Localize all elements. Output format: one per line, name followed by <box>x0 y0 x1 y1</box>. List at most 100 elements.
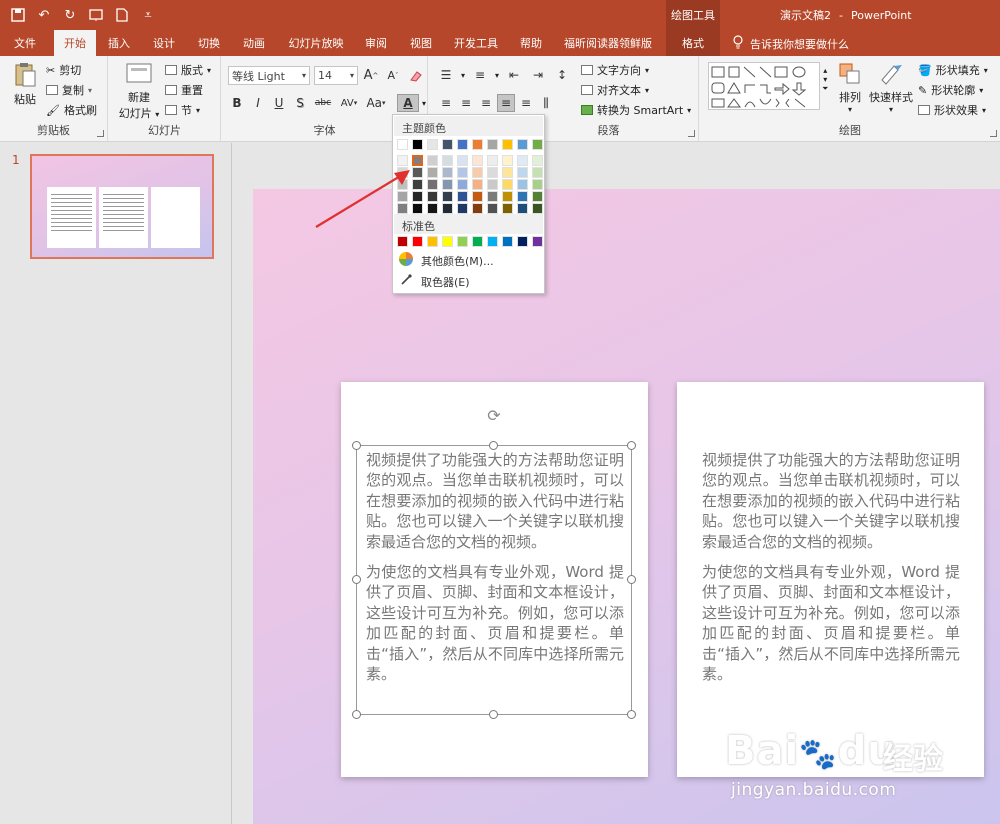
theme-color-swatch[interactable] <box>457 139 468 150</box>
clear-format-button[interactable] <box>406 67 424 85</box>
resize-handle-se[interactable] <box>627 710 636 719</box>
tab-view[interactable]: 视图 <box>402 30 440 56</box>
theme-shade-swatch[interactable] <box>442 191 453 202</box>
theme-color-swatch[interactable] <box>397 139 408 150</box>
theme-shade-swatch[interactable] <box>442 155 453 166</box>
theme-shade-swatch[interactable] <box>427 155 438 166</box>
theme-shade-swatch[interactable] <box>472 179 483 190</box>
standard-color-swatch[interactable] <box>457 236 468 247</box>
theme-shade-swatch[interactable] <box>472 167 483 178</box>
chevron-up-icon[interactable]: ▴ <box>823 66 827 75</box>
new-slide-button[interactable]: 新建 幻灯片 ▾ <box>117 62 161 121</box>
smartart-button[interactable]: 转换为 SmartArt ▾ <box>581 102 691 118</box>
theme-shade-swatch[interactable] <box>487 179 498 190</box>
theme-shade-swatch[interactable] <box>502 191 513 202</box>
theme-shade-swatch[interactable] <box>487 155 498 166</box>
align-right-icon[interactable]: ≡ <box>477 94 495 112</box>
change-case-button[interactable]: Aa ▾ <box>364 94 388 112</box>
theme-shade-swatch[interactable] <box>517 155 528 166</box>
cut-button[interactable]: ✂ 剪切 <box>46 62 81 78</box>
theme-color-swatch[interactable] <box>472 139 483 150</box>
clipboard-launcher-icon[interactable] <box>97 130 104 137</box>
standard-color-swatch[interactable] <box>472 236 483 247</box>
tab-review[interactable]: 审阅 <box>357 30 395 56</box>
theme-color-swatch[interactable] <box>517 139 528 150</box>
char-spacing-button[interactable]: AV ▾ <box>337 94 361 112</box>
theme-shade-swatch[interactable] <box>487 191 498 202</box>
font-color-button[interactable]: A <box>397 94 419 112</box>
shape-outline-button[interactable]: ✎ 形状轮廓 ▾ <box>918 82 983 98</box>
theme-shade-swatch[interactable] <box>442 167 453 178</box>
tell-me-box[interactable]: 告诉我你想要做什么 <box>732 35 849 52</box>
tab-help[interactable]: 帮助 <box>512 30 550 56</box>
shape-effects-button[interactable]: 形状效果 ▾ <box>918 102 986 118</box>
standard-color-swatch[interactable] <box>442 236 453 247</box>
paste-button[interactable]: 粘贴 <box>10 62 40 107</box>
theme-shade-swatch[interactable] <box>427 203 438 214</box>
theme-shade-swatch[interactable] <box>487 203 498 214</box>
theme-shade-swatch[interactable] <box>457 191 468 202</box>
tab-foxit[interactable]: 福昕阅读器领鲜版 <box>558 30 658 56</box>
resize-handle-n[interactable] <box>489 441 498 450</box>
font-color-dropdown-icon[interactable]: ▾ <box>422 99 426 108</box>
reset-button[interactable]: 重置 <box>165 82 203 98</box>
customize-qat-icon[interactable]: ⩡ <box>138 5 158 25</box>
quick-styles-button[interactable]: 快速样式 ▾ <box>866 62 916 114</box>
theme-shade-swatch[interactable] <box>487 167 498 178</box>
tab-developer[interactable]: 开发工具 <box>447 30 505 56</box>
theme-shade-swatch[interactable] <box>442 179 453 190</box>
theme-shade-swatch[interactable] <box>457 167 468 178</box>
theme-shade-swatch[interactable] <box>517 203 528 214</box>
theme-shade-swatch[interactable] <box>532 203 543 214</box>
theme-shade-swatch[interactable] <box>457 203 468 214</box>
theme-shade-swatch[interactable] <box>427 191 438 202</box>
undo-icon[interactable]: ↶ <box>34 5 54 25</box>
theme-color-swatch[interactable] <box>427 139 438 150</box>
new-file-icon[interactable] <box>112 5 132 25</box>
strikethrough-button[interactable]: abc <box>312 94 334 112</box>
tab-transitions[interactable]: 切换 <box>190 30 228 56</box>
redo-icon[interactable]: ↻ <box>60 5 80 25</box>
italic-button[interactable]: I <box>249 94 267 112</box>
tab-file[interactable]: 文件 <box>0 30 50 56</box>
increase-indent-icon[interactable]: ⇥ <box>529 66 547 84</box>
font-name-combo[interactable]: 等线 Light ▾ <box>228 66 310 85</box>
columns-icon[interactable]: ⫼ <box>537 94 555 112</box>
tab-insert[interactable]: 插入 <box>100 30 138 56</box>
grow-font-button[interactable]: A ^ <box>362 67 380 85</box>
shape-fill-button[interactable]: 🪣 形状填充 ▾ <box>918 62 988 78</box>
standard-color-swatch[interactable] <box>502 236 513 247</box>
tab-home[interactable]: 开始 <box>54 30 96 56</box>
theme-shade-swatch[interactable] <box>502 179 513 190</box>
eyedropper-item[interactable]: 取色器(E) <box>393 271 544 292</box>
decrease-indent-icon[interactable]: ⇤ <box>505 66 523 84</box>
bullets-icon[interactable]: ☰ <box>437 66 455 84</box>
theme-shade-swatch[interactable] <box>442 203 453 214</box>
font-size-combo[interactable]: 14 ▾ <box>314 66 358 85</box>
gallery-scroll[interactable]: ▴ ▾ ⏷ <box>822 66 828 94</box>
resize-handle-sw[interactable] <box>352 710 361 719</box>
resize-handle-nw[interactable] <box>352 441 361 450</box>
theme-shade-swatch[interactable] <box>517 191 528 202</box>
save-icon[interactable] <box>8 5 28 25</box>
align-center-icon[interactable]: ≡ <box>457 94 475 112</box>
layout-button[interactable]: 版式 ▾ <box>165 62 211 78</box>
underline-button[interactable]: U <box>270 94 288 112</box>
theme-shade-swatch[interactable] <box>472 191 483 202</box>
text-box-right[interactable]: 视频提供了功能强大的方法帮助您证明您的观点。当您单击联机视频时，可以在想要添加的… <box>702 450 960 694</box>
align-left-icon[interactable]: ≡ <box>437 94 455 112</box>
theme-shade-swatch[interactable] <box>517 179 528 190</box>
theme-shade-swatch[interactable] <box>457 155 468 166</box>
theme-shade-swatch[interactable] <box>532 155 543 166</box>
paragraph-launcher-icon[interactable] <box>688 130 695 137</box>
theme-shade-swatch[interactable] <box>457 179 468 190</box>
theme-shade-swatch[interactable] <box>502 203 513 214</box>
distributed-icon[interactable]: ≡ <box>517 94 535 112</box>
drawing-launcher-icon[interactable] <box>990 130 997 137</box>
theme-color-swatch[interactable] <box>532 139 543 150</box>
standard-color-swatch[interactable] <box>487 236 498 247</box>
tab-slideshow[interactable]: 幻灯片放映 <box>283 30 349 56</box>
tab-design[interactable]: 设计 <box>145 30 183 56</box>
standard-color-swatch[interactable] <box>517 236 528 247</box>
resize-handle-ne[interactable] <box>627 441 636 450</box>
